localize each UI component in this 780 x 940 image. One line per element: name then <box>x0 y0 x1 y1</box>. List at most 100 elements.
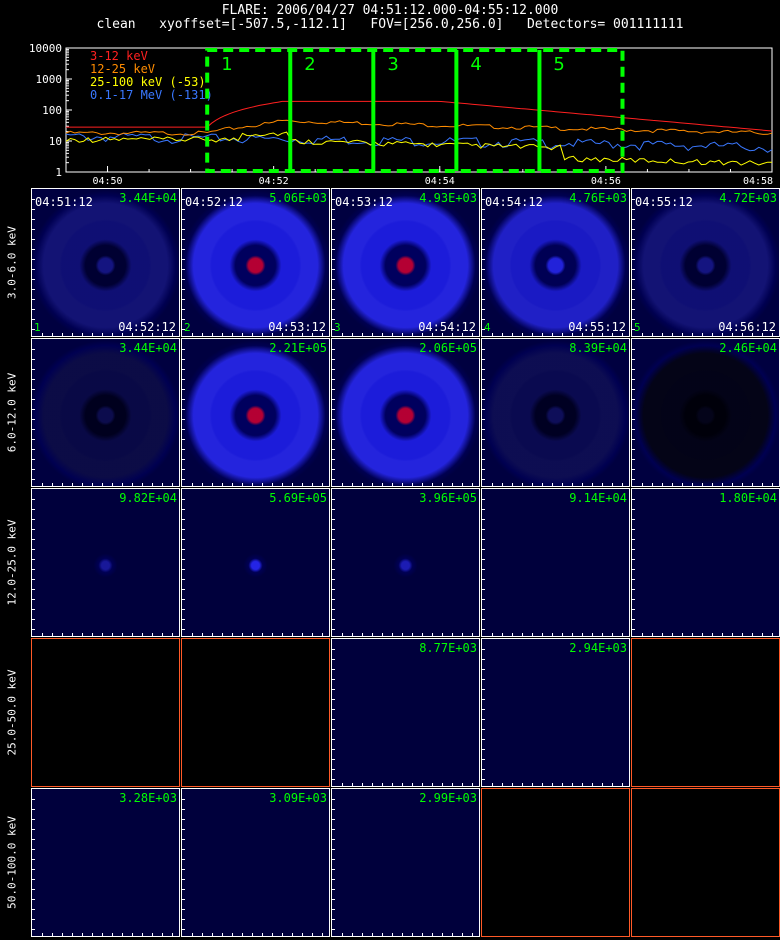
edge-tick <box>72 933 73 936</box>
series-12-25kev <box>65 119 773 136</box>
edge-tick <box>462 933 463 936</box>
edge-tick <box>482 589 485 590</box>
series-0.1-17mev <box>65 132 773 153</box>
edge-tick <box>32 899 35 900</box>
edge-tick <box>322 633 323 636</box>
edge-tick <box>172 483 173 486</box>
row-energy-label: 6.0-12.0 keV <box>5 372 19 452</box>
edge-tick <box>182 399 185 400</box>
edge-tick <box>82 633 83 636</box>
edge-tick <box>332 879 335 880</box>
edge-tick <box>332 559 335 560</box>
edge-tick <box>472 633 473 636</box>
edge-tick <box>382 483 383 486</box>
edge-tick <box>152 333 153 336</box>
edge-tick <box>642 333 643 336</box>
edge-tick <box>482 429 485 430</box>
panel-start-time: 04:52:12 <box>185 195 243 209</box>
edge-tick <box>332 769 335 770</box>
edge-tick <box>632 299 635 300</box>
edge-tick <box>682 333 683 336</box>
edge-tick <box>632 589 635 590</box>
panel-max-value: 3.44E+04 <box>119 341 177 355</box>
edge-tick <box>62 633 63 636</box>
edge-tick <box>332 279 335 280</box>
edge-tick <box>632 199 635 200</box>
edge-tick <box>682 633 683 636</box>
edge-tick <box>332 359 335 360</box>
edge-tick <box>332 399 335 400</box>
edge-tick <box>182 209 185 210</box>
interval-number: 2 <box>304 54 315 75</box>
edge-tick <box>332 929 335 930</box>
edge-tick <box>382 933 383 936</box>
edge-tick <box>32 289 35 290</box>
panel-max-value: 9.14E+04 <box>569 491 627 505</box>
edge-tick <box>642 633 643 636</box>
edge-tick <box>482 299 485 300</box>
edge-tick <box>482 349 485 350</box>
edge-tick <box>362 783 363 786</box>
edge-tick <box>32 419 35 420</box>
edge-tick <box>182 329 185 330</box>
edge-tick <box>662 333 663 336</box>
edge-tick <box>632 329 635 330</box>
edge-tick <box>722 633 723 636</box>
edge-tick <box>632 249 635 250</box>
edge-tick <box>762 333 763 336</box>
edge-tick <box>182 429 185 430</box>
edge-tick <box>282 333 283 336</box>
edge-tick <box>622 783 623 786</box>
edge-tick <box>502 783 503 786</box>
edge-tick <box>332 309 335 310</box>
edge-tick <box>402 783 403 786</box>
edge-tick <box>32 499 35 500</box>
edge-tick <box>262 633 263 636</box>
edge-tick <box>252 333 253 336</box>
panel-interval-index: 5 <box>634 321 641 334</box>
edge-tick <box>182 809 185 810</box>
edge-tick <box>42 333 43 336</box>
edge-tick <box>352 783 353 786</box>
y-tick-label: 10 <box>49 135 62 148</box>
edge-tick <box>92 633 93 636</box>
edge-tick <box>482 369 485 370</box>
edge-tick <box>192 483 193 486</box>
edge-tick <box>532 633 533 636</box>
edge-tick <box>182 199 185 200</box>
image-panel <box>31 638 180 787</box>
edge-tick <box>602 483 603 486</box>
edge-tick <box>432 633 433 636</box>
y-tick-label: 1000 <box>36 73 63 86</box>
edge-tick <box>332 609 335 610</box>
panel-end-time: 04:53:12 <box>268 320 326 334</box>
edge-tick <box>592 483 593 486</box>
edge-tick <box>662 483 663 486</box>
edge-tick <box>102 633 103 636</box>
edge-tick <box>432 483 433 486</box>
image-map <box>182 339 329 486</box>
edge-tick <box>32 469 35 470</box>
edge-tick <box>32 299 35 300</box>
edge-tick <box>182 569 185 570</box>
edge-tick <box>692 333 693 336</box>
edge-tick <box>232 483 233 486</box>
interval-number: 4 <box>470 54 481 75</box>
edge-tick <box>32 919 35 920</box>
edge-tick <box>332 469 335 470</box>
y-tick-label: 1 <box>55 166 62 179</box>
x-tick-label: 04:50 <box>92 176 122 185</box>
image-panel: 4.72E+03 04:55:12 04:56:12 5 <box>631 188 780 337</box>
panel-end-time: 04:54:12 <box>418 320 476 334</box>
panel-max-value: 3.96E+05 <box>419 491 477 505</box>
image-map <box>632 489 779 636</box>
edge-tick <box>252 633 253 636</box>
edge-tick <box>412 783 413 786</box>
panel-max-value: 2.46E+04 <box>719 341 777 355</box>
edge-tick <box>482 709 485 710</box>
edge-tick <box>122 483 123 486</box>
edge-tick <box>772 333 773 336</box>
edge-tick <box>182 319 185 320</box>
edge-tick <box>162 483 163 486</box>
edge-tick <box>32 269 35 270</box>
